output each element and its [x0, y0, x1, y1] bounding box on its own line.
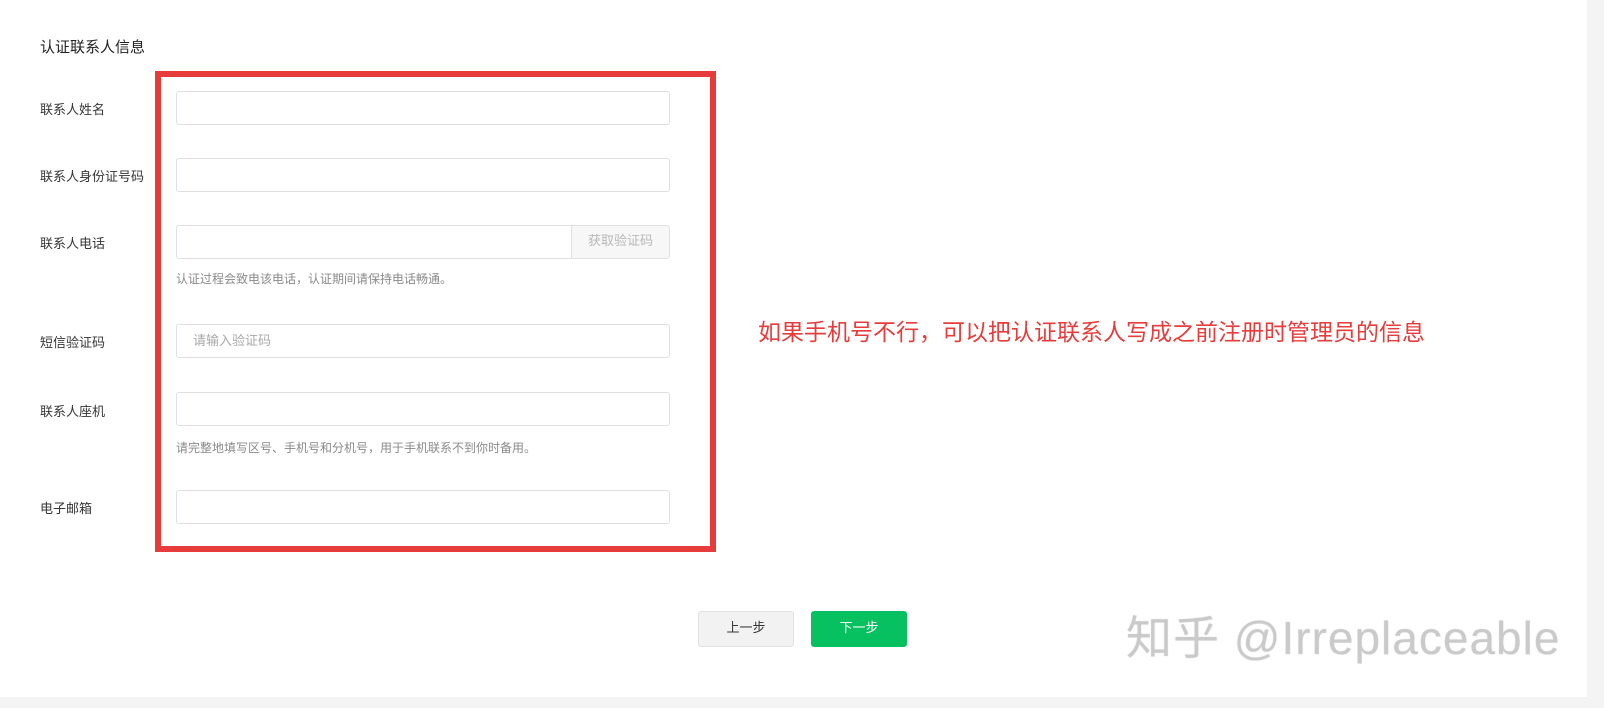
landline-input[interactable]	[176, 392, 670, 426]
email-label: 电子邮箱	[40, 502, 93, 517]
landline-hint: 请完整地填写区号、手机号和分机号，用于手机联系不到你时备用。	[176, 441, 537, 455]
contact-name-label: 联系人姓名	[40, 103, 106, 118]
next-step-button[interactable]: 下一步	[811, 611, 907, 647]
section-title: 认证联系人信息	[40, 38, 146, 56]
contact-phone-input[interactable]	[176, 225, 572, 259]
contact-id-label: 联系人身份证号码	[40, 170, 145, 185]
watermark: 知乎 @Irreplaceable	[1126, 612, 1561, 664]
contact-name-input[interactable]	[176, 91, 670, 125]
form-page: 认证联系人信息 联系人姓名 联系人身份证号码 联系人电话 获取验证码 认证过程会…	[0, 0, 1604, 708]
page-bottom-strip	[0, 697, 1604, 708]
contact-phone-label: 联系人电话	[40, 237, 106, 252]
phone-hint: 认证过程会致电该电话，认证期间请保持电话畅通。	[176, 272, 453, 286]
get-code-button[interactable]: 获取验证码	[571, 225, 670, 259]
landline-label: 联系人座机	[40, 405, 106, 420]
contact-id-input[interactable]	[176, 158, 670, 192]
sms-code-input[interactable]	[176, 324, 670, 358]
annotation-text: 如果手机号不行，可以把认证联系人写成之前注册时管理员的信息	[758, 320, 1425, 346]
prev-step-button[interactable]: 上一步	[698, 611, 794, 647]
email-input[interactable]	[176, 490, 670, 524]
sms-code-label: 短信验证码	[40, 336, 106, 351]
highlight-box	[155, 71, 716, 552]
page-scroll-gutter	[1587, 0, 1604, 708]
